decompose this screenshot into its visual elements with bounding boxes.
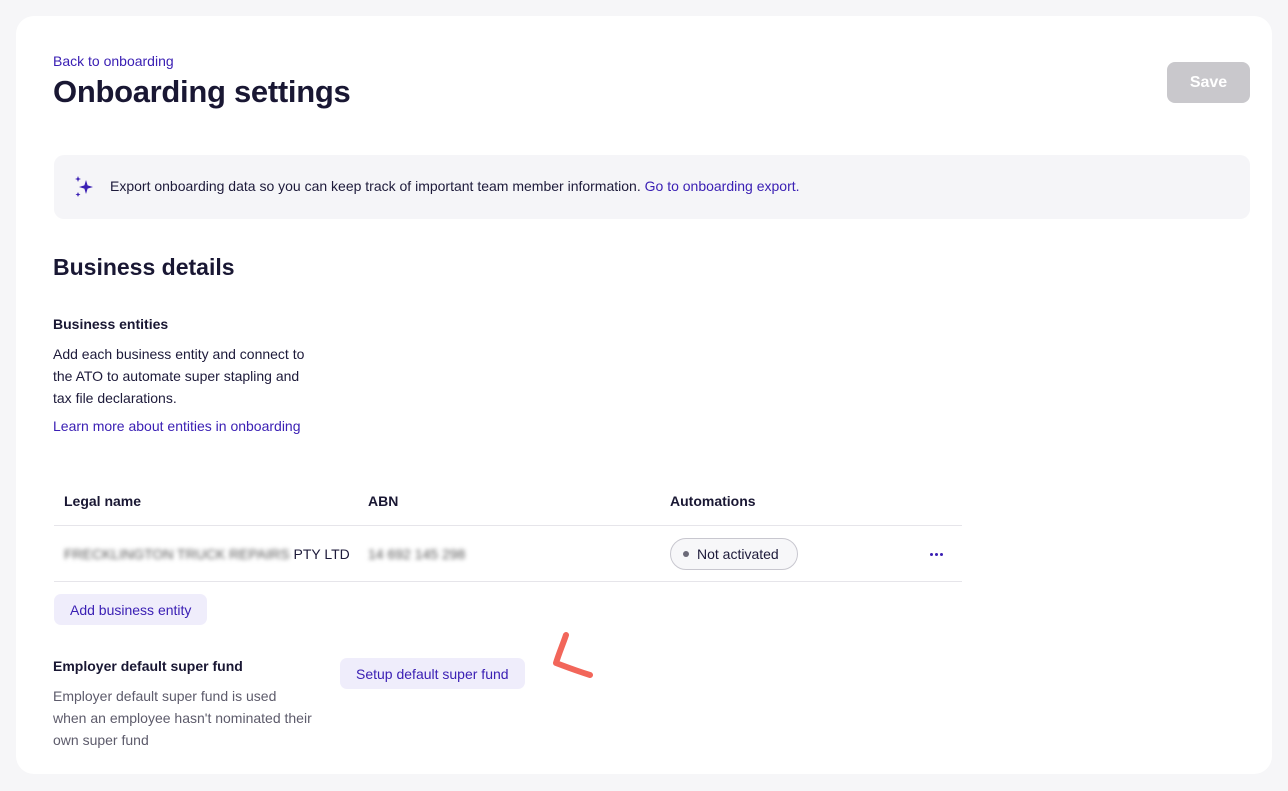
- settings-card: Back to onboarding Onboarding settings S…: [16, 16, 1272, 774]
- more-dot-icon: [934, 552, 938, 556]
- business-details-title: Business details: [53, 254, 235, 280]
- add-business-entity-button[interactable]: Add business entity: [54, 594, 208, 625]
- onboarding-export-link[interactable]: Go to onboarding export.: [645, 178, 800, 194]
- page-title: Onboarding settings: [53, 74, 351, 109]
- super-fund-title: Employer default super fund: [53, 658, 243, 674]
- abn-cell: 14 692 145 298: [368, 546, 466, 562]
- column-header-automations: Automations: [670, 493, 756, 509]
- business-entities-description: Add each business entity and connect to …: [53, 346, 305, 406]
- back-to-onboarding-link[interactable]: Back to onboarding: [53, 53, 174, 69]
- legal-name-suffix: PTY LTD: [293, 546, 350, 562]
- automation-status-label: Not activated: [697, 546, 779, 562]
- banner-text: Export onboarding data so you can keep t…: [110, 178, 641, 194]
- table-header-divider: [54, 525, 962, 526]
- sparkles-icon: [75, 176, 93, 197]
- legal-name-cell: FRECKLINGTON TRUCK REPAIRS PTY LTD: [64, 546, 350, 562]
- export-banner: Export onboarding data so you can keep t…: [54, 155, 1250, 219]
- save-button[interactable]: Save: [1167, 62, 1250, 103]
- business-entities-title: Business entities: [53, 316, 169, 332]
- more-dot-icon: [929, 552, 933, 556]
- setup-default-super-fund-button[interactable]: Setup default super fund: [340, 658, 525, 689]
- annotation-arrow-icon: [553, 632, 593, 678]
- table-row-divider: [54, 581, 962, 582]
- learn-more-entities-link[interactable]: Learn more about entities in onboarding: [53, 418, 301, 434]
- status-dot-icon: [683, 551, 689, 557]
- automation-status-badge: Not activated: [670, 538, 798, 570]
- banner-message: Export onboarding data so you can keep t…: [110, 178, 800, 194]
- legal-name-redacted: FRECKLINGTON TRUCK REPAIRS: [64, 546, 290, 562]
- column-header-legal-name: Legal name: [64, 493, 142, 509]
- column-header-abn: ABN: [368, 493, 399, 509]
- super-fund-description: Employer default super fund is used when…: [53, 688, 312, 748]
- more-dot-icon: [939, 552, 943, 556]
- row-more-options-button[interactable]: [925, 543, 947, 565]
